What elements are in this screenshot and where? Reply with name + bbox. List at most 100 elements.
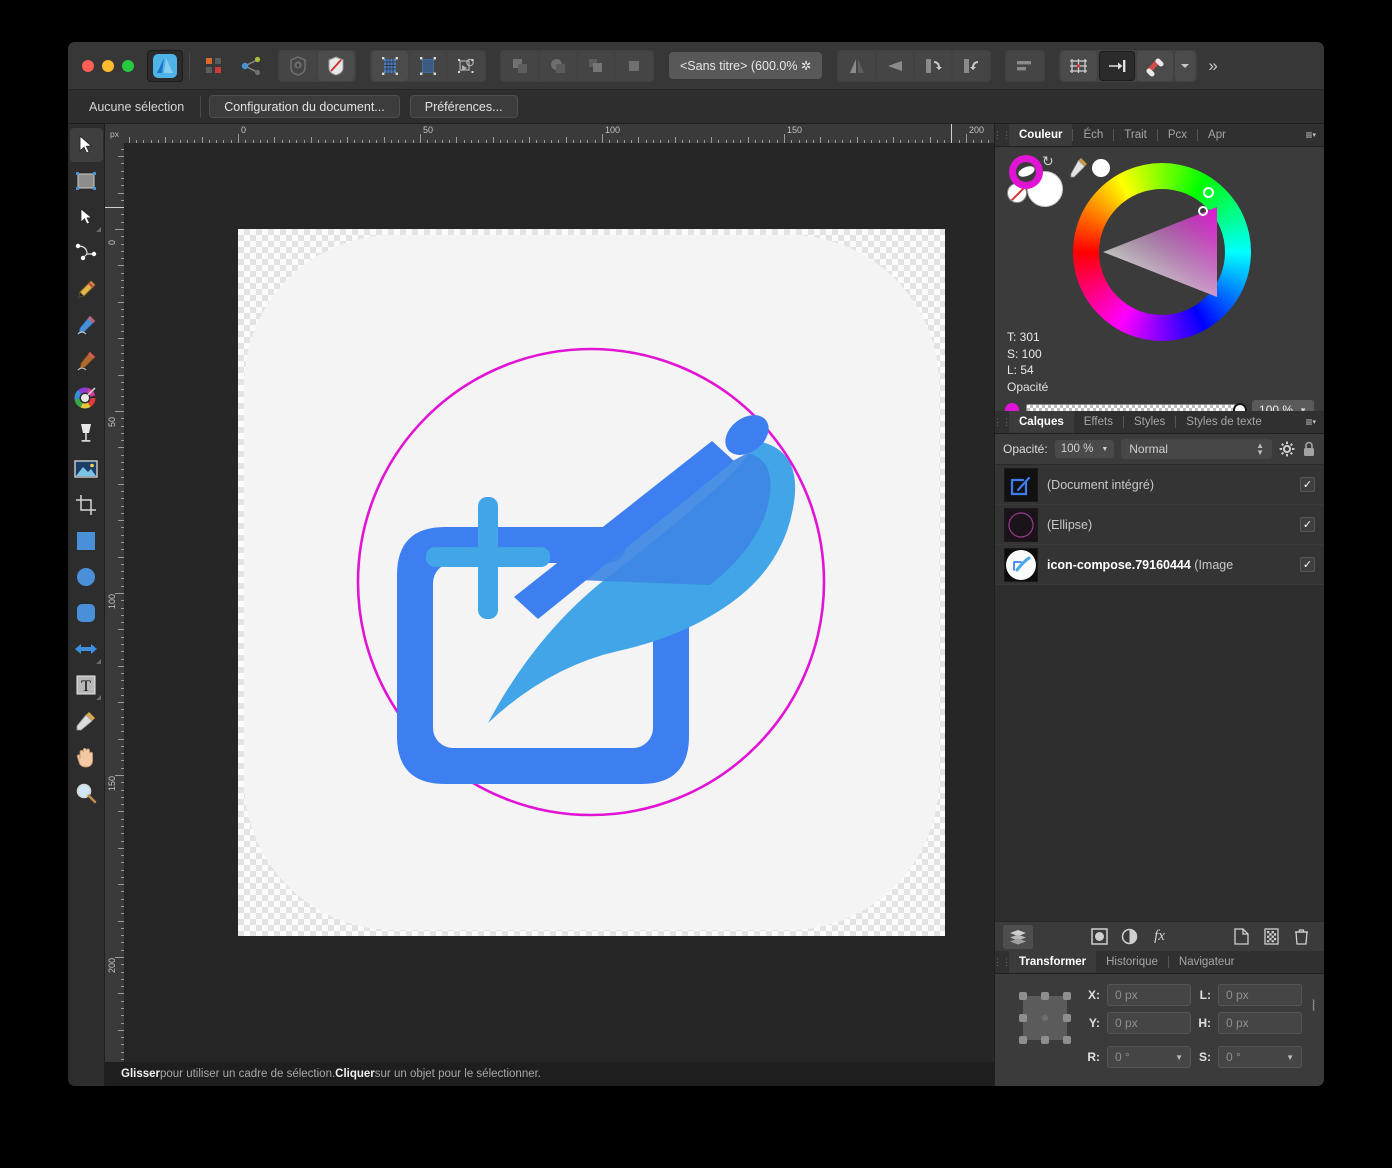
colour-wheel-icon[interactable] <box>70 380 103 414</box>
chevron-down-icon[interactable]: ▼ <box>1175 1053 1183 1062</box>
layers-panel-menu-icon[interactable]: ≡▾ <box>1297 411 1324 433</box>
height-field[interactable]: 0 px <box>1218 1012 1302 1034</box>
crop-icon[interactable] <box>70 488 103 522</box>
boolean-subtract[interactable] <box>540 51 576 81</box>
eyedropper-icon[interactable] <box>70 704 103 738</box>
chevron-down-icon[interactable]: ▼ <box>1101 446 1108 453</box>
pixel-grid-blue-icon[interactable] <box>372 51 408 81</box>
tab-effets[interactable]: Effets <box>1074 411 1123 433</box>
move-tool[interactable] <box>70 128 103 162</box>
colour-wheel[interactable] <box>1073 163 1251 341</box>
colour-panel-menu-icon[interactable]: ≡▾ <box>1297 124 1324 146</box>
assets-panel-toggle[interactable] <box>196 51 232 81</box>
horizontal-ruler[interactable]: 050100150200 <box>124 124 994 143</box>
preferences-button[interactable]: Préférences... <box>410 95 518 118</box>
layers-list[interactable]: (Document intégré) ✓ (Ellipse) ✓ <box>995 465 1324 921</box>
hue-marker[interactable] <box>1203 187 1214 198</box>
panel-grip[interactable]: ⋮⋮ <box>995 124 1009 146</box>
fx-icon[interactable]: fx <box>1145 925 1175 949</box>
pencil-icon[interactable] <box>70 308 103 342</box>
gear-icon[interactable] <box>1279 441 1295 457</box>
rotate-left-icon[interactable] <box>915 51 951 81</box>
no-fill-persona[interactable] <box>318 51 354 81</box>
rotation-field[interactable]: 0 ° ▼ <box>1107 1046 1191 1068</box>
document-setup-button[interactable]: Configuration du document... <box>209 95 400 118</box>
artboard-tool[interactable] <box>70 164 103 198</box>
artboard[interactable] <box>238 229 945 936</box>
boolean-intersect[interactable] <box>578 51 614 81</box>
tab-couleur[interactable]: Couleur <box>1009 124 1072 146</box>
chevron-down-icon[interactable]: ▼ <box>1286 1053 1294 1062</box>
table-row[interactable]: (Document intégré) ✓ <box>995 465 1324 505</box>
saturation-marker[interactable] <box>1198 206 1208 216</box>
tab-historique[interactable]: Historique <box>1096 951 1168 973</box>
vertical-ruler[interactable]: 050100150200 <box>105 143 124 1062</box>
tab-styles-de-texte[interactable]: Styles de texte <box>1176 411 1271 433</box>
pixel-grid-fine-icon[interactable] <box>410 51 446 81</box>
square-icon[interactable] <box>70 524 103 558</box>
tab-pcx[interactable]: Pcx <box>1158 124 1197 146</box>
trash-icon[interactable] <box>1286 925 1316 949</box>
tab-calques[interactable]: Calques <box>1009 411 1074 433</box>
share-button[interactable] <box>234 51 270 81</box>
layers-stack-icon[interactable] <box>1003 925 1033 949</box>
anchor-proxy[interactable] <box>1017 990 1073 1046</box>
tab-styles[interactable]: Styles <box>1124 411 1175 433</box>
zoom-button[interactable] <box>122 60 134 72</box>
snap-options-chevron-down-icon[interactable] <box>1175 51 1195 81</box>
shear-field[interactable]: 0 ° ▼ <box>1218 1046 1302 1068</box>
table-row[interactable]: (Ellipse) ✓ <box>995 505 1324 545</box>
layer-visibility-checkbox[interactable]: ✓ <box>1300 557 1315 572</box>
align-left-icon[interactable] <box>1007 51 1043 81</box>
lock-icon[interactable] <box>1302 441 1316 457</box>
close-button[interactable] <box>82 60 94 72</box>
snap-arrow-icon[interactable] <box>1099 51 1135 81</box>
half-circle-icon[interactable] <box>1115 925 1145 949</box>
tab-transformer[interactable]: Transformer <box>1009 951 1096 973</box>
new-page-icon[interactable] <box>1226 925 1256 949</box>
width-field[interactable]: 0 px <box>1218 984 1302 1006</box>
swap-colours-icon[interactable]: ↻ <box>1042 153 1054 170</box>
circle-icon[interactable] <box>70 560 103 594</box>
stepper-icon[interactable]: ▲▼ <box>1256 442 1264 456</box>
wine-glass-icon[interactable] <box>70 416 103 450</box>
mask-icon[interactable] <box>1085 925 1115 949</box>
layer-visibility-checkbox[interactable]: ✓ <box>1300 517 1315 532</box>
hand-icon[interactable] <box>70 740 103 774</box>
magnet-icon[interactable] <box>1137 51 1173 81</box>
x-field[interactable]: 0 px <box>1107 984 1191 1006</box>
tab-ech[interactable]: Éch <box>1073 124 1113 146</box>
layer-opacity-field[interactable]: 100 % ▼ <box>1055 440 1115 458</box>
corner-tool[interactable] <box>70 236 103 270</box>
text-t-icon[interactable]: T <box>70 668 103 702</box>
y-field[interactable]: 0 px <box>1107 1012 1191 1034</box>
flip-horizontal-icon[interactable] <box>839 51 875 81</box>
magnifier-icon[interactable] <box>70 776 103 810</box>
affinity-designer-icon[interactable] <box>147 50 183 82</box>
pen-nib-icon[interactable] <box>70 272 103 306</box>
flip-vertical-icon[interactable] <box>877 51 913 81</box>
checker-page-icon[interactable] <box>1256 925 1286 949</box>
grid-icon[interactable] <box>1061 51 1097 81</box>
blend-mode-select[interactable]: Normal ▲▼ <box>1121 439 1272 459</box>
table-row[interactable]: icon-compose.79160444 (Image ✓ <box>995 545 1324 585</box>
rotate-right-icon[interactable] <box>953 51 989 81</box>
minimize-button[interactable] <box>102 60 114 72</box>
rounded-square-icon[interactable] <box>70 596 103 630</box>
layer-visibility-checkbox[interactable]: ✓ <box>1300 477 1315 492</box>
tab-apr[interactable]: Apr <box>1198 124 1236 146</box>
link-ratio-icon[interactable]: ⦚ <box>1312 998 1315 1015</box>
toolbar-overflow-button[interactable]: » <box>1204 56 1227 76</box>
boolean-add[interactable] <box>502 51 538 81</box>
document-title[interactable]: <Sans titre> (600.0% ✲ <box>669 52 822 79</box>
image-icon[interactable] <box>70 452 103 486</box>
tab-navigateur[interactable]: Navigateur <box>1169 951 1245 973</box>
boolean-divide[interactable] <box>616 51 652 81</box>
tab-trait[interactable]: Trait <box>1114 124 1157 146</box>
export-slice-icon[interactable] <box>448 51 484 81</box>
panel-grip[interactable]: ⋮⋮ <box>995 951 1009 973</box>
panel-grip[interactable]: ⋮⋮ <box>995 411 1009 433</box>
export-persona[interactable] <box>280 51 316 81</box>
canvas-area[interactable] <box>124 143 994 1062</box>
node-tool[interactable] <box>70 200 103 234</box>
